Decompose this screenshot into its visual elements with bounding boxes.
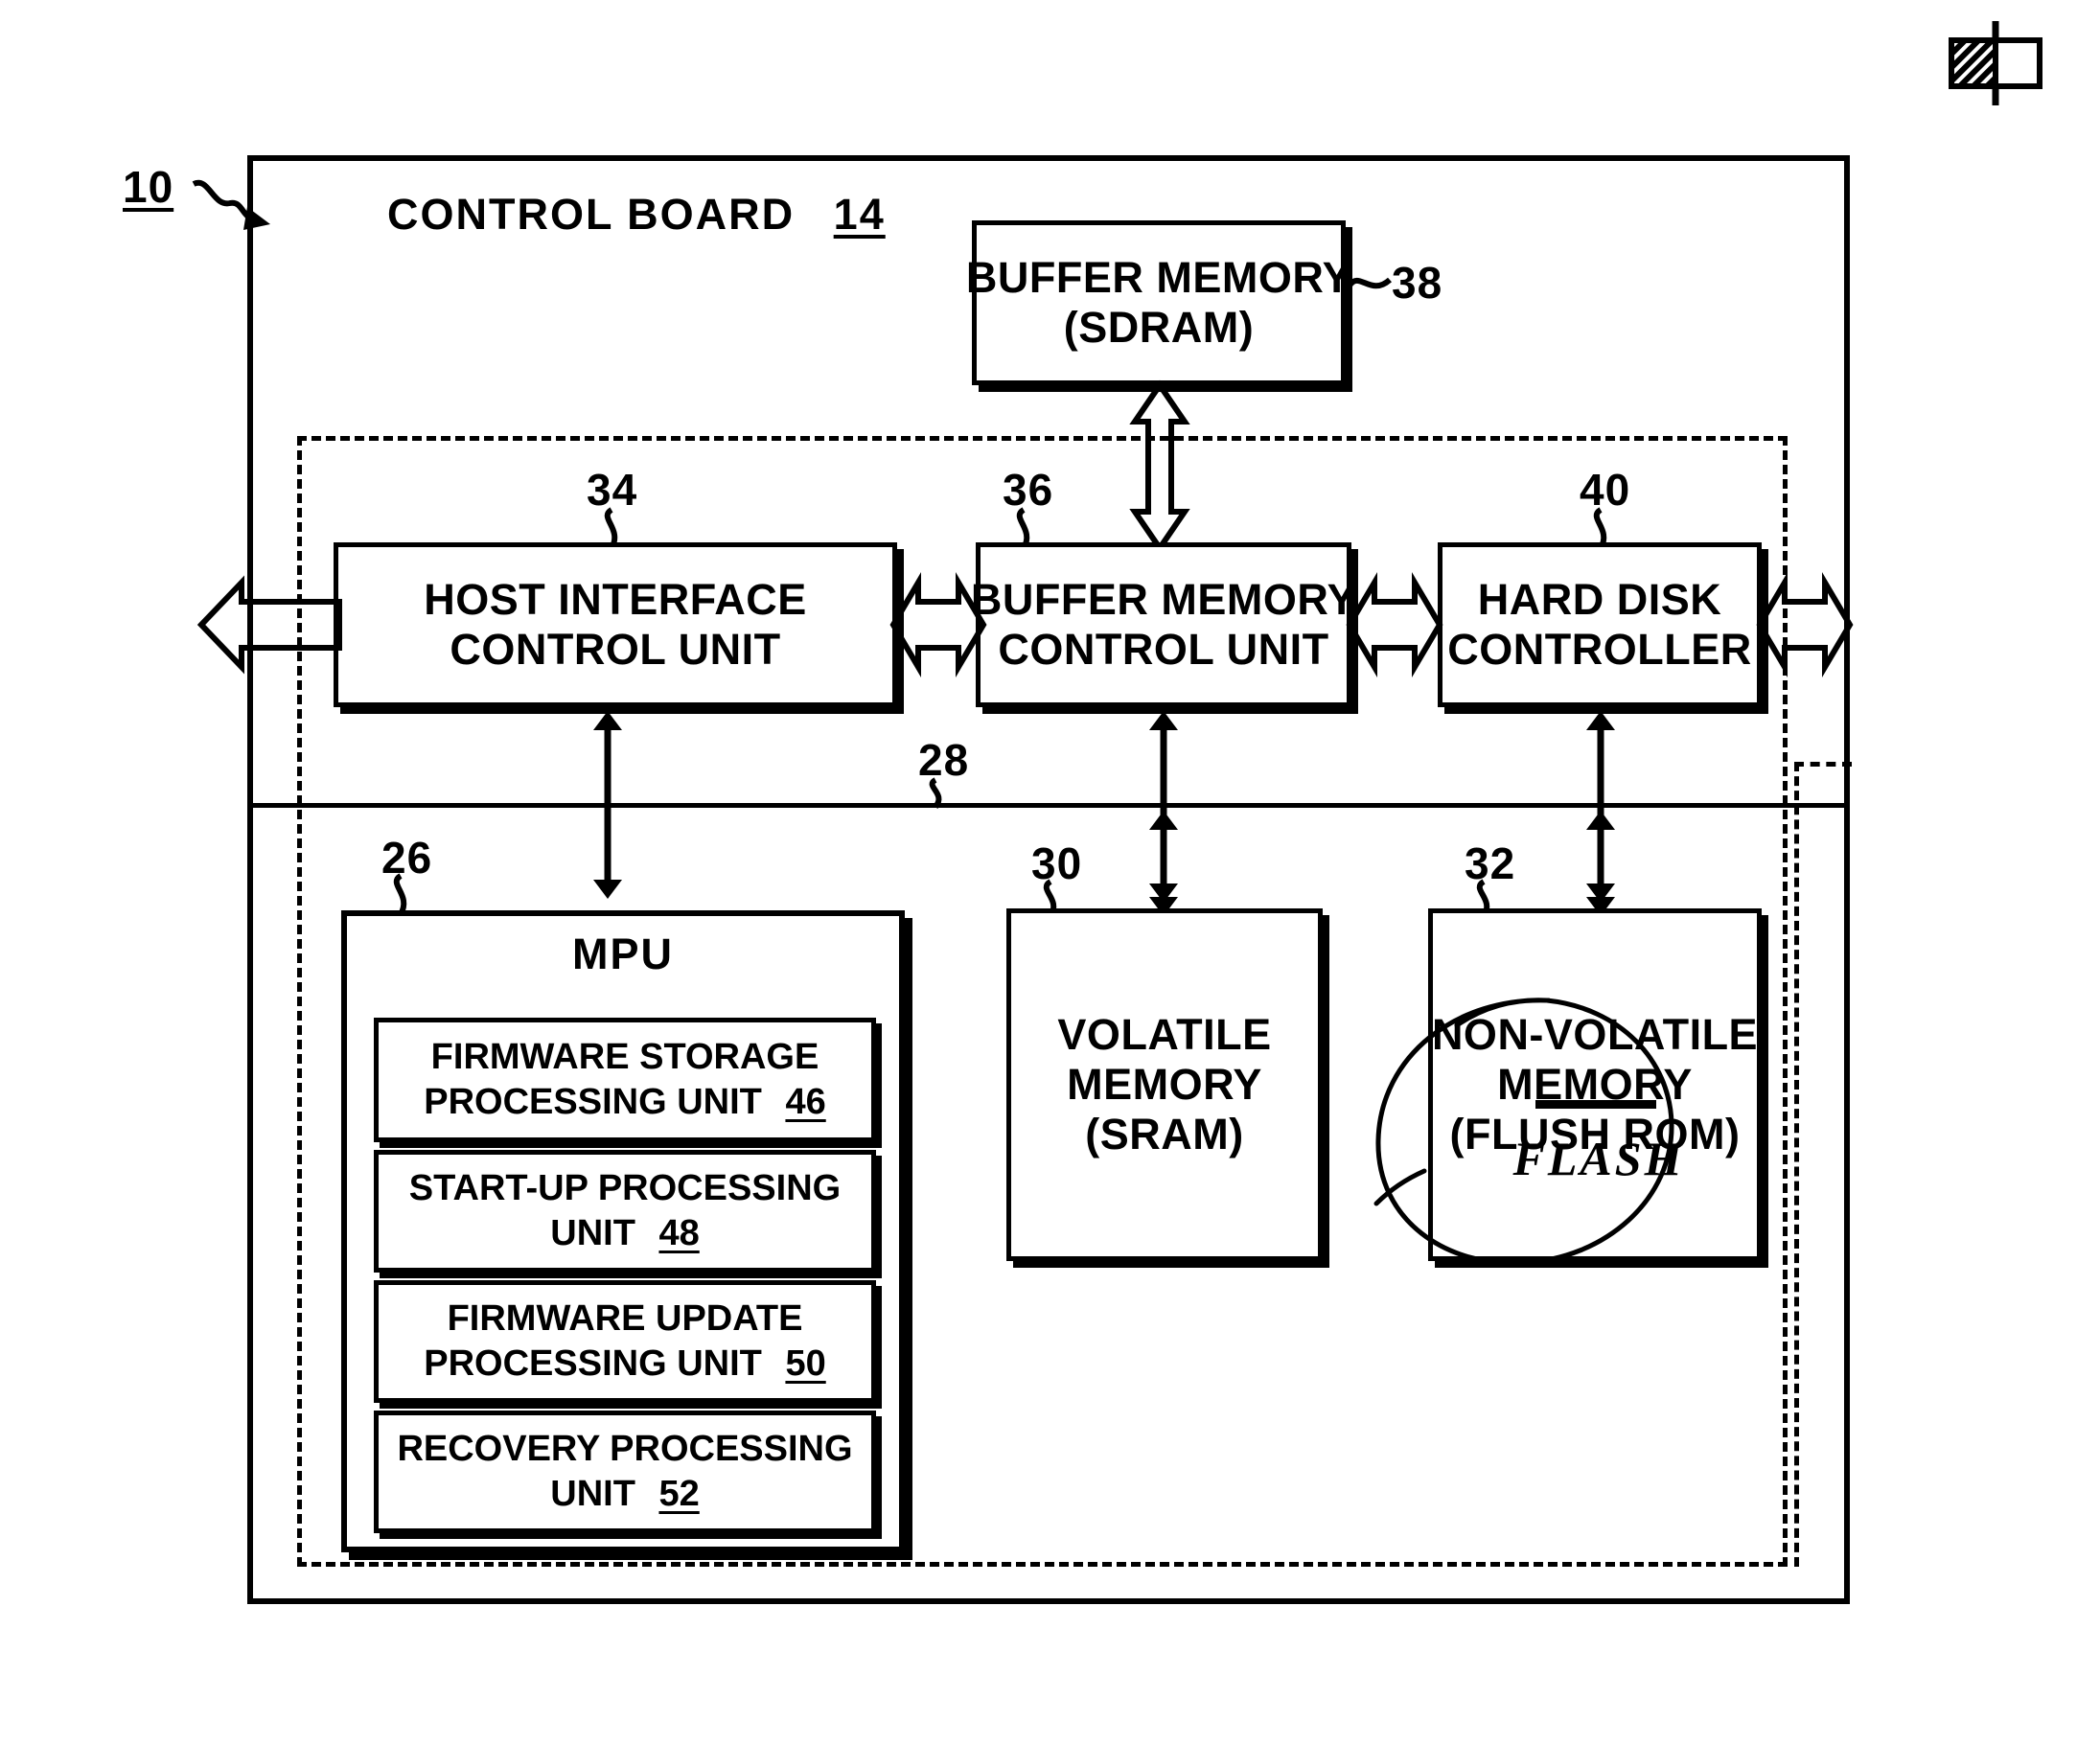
startup-ref: 48	[658, 1213, 700, 1253]
buffer-memory-cu-line-2: CONTROL UNIT	[998, 625, 1329, 674]
volatile-memory-line-1: VOLATILE	[1057, 1009, 1272, 1059]
hollow-arrow-buffer-hdc-link	[1346, 572, 1443, 677]
hollow-arrow-external-host-link	[196, 575, 343, 675]
ref-numeral-38: 38	[1392, 258, 1443, 308]
block-buffer-memory: BUFFER MEMORY (SDRAM)	[966, 220, 1351, 385]
lead-line-28	[920, 777, 955, 809]
fw-storage-line-1: FIRMWARE STORAGE	[430, 1036, 819, 1077]
control-board-title-ref: 14	[833, 190, 886, 239]
recovery-line-2: UNIT	[550, 1474, 635, 1514]
host-interface-line-1: HOST INTERFACE	[424, 574, 807, 624]
block-mpu: MPU FIRMWARE STORAGE PROCESSING UNIT 46 …	[341, 910, 905, 1552]
control-board-title: CONTROL BOARD 14	[387, 190, 886, 240]
startup-line-2: UNIT	[550, 1213, 635, 1253]
mpu-unit-firmware-storage-processing-unit: FIRMWARE STORAGE PROCESSING UNIT 46	[374, 1018, 876, 1142]
handwritten-correction-flash: FLASH	[1512, 1132, 1685, 1185]
lead-line-38	[1347, 261, 1396, 299]
recovery-line-1: RECOVERY PROCESSING	[397, 1428, 853, 1469]
volatile-memory-line-3: (SRAM)	[1085, 1110, 1244, 1159]
hollow-arrow-buffer-memory-link	[1129, 379, 1190, 554]
mpu-label: MPU	[572, 929, 674, 978]
host-interface-line-2: CONTROL UNIT	[450, 625, 781, 674]
fw-storage-ref: 46	[785, 1082, 826, 1122]
block-host-interface-control-unit: HOST INTERFACE CONTROL UNIT	[334, 542, 897, 707]
arrow-bus-to-volatile-memory	[1142, 811, 1185, 916]
fw-update-line-1: FIRMWARE UPDATE	[447, 1297, 803, 1339]
buffer-memory-cu-line-1: BUFFER MEMORY	[970, 574, 1357, 624]
volatile-memory-line-2: MEMORY	[1067, 1059, 1262, 1109]
startup-line-1: START-UP PROCESSING	[408, 1167, 842, 1208]
buffer-memory-line-2: (SDRAM)	[1063, 303, 1255, 352]
fw-update-ref: 50	[785, 1343, 826, 1384]
strikethrough-flush	[1535, 1100, 1656, 1109]
hatched-square-stamp-icon	[1938, 17, 2053, 109]
hard-disk-controller-line-1: HARD DISK	[1477, 574, 1722, 624]
lead-line-10	[188, 171, 303, 257]
control-board-title-text: CONTROL BOARD	[387, 190, 796, 239]
hard-disk-controller-line-2: CONTROLLER	[1447, 625, 1752, 674]
block-hard-disk-controller: HARD DISK CONTROLLER	[1438, 542, 1762, 707]
recovery-ref: 52	[658, 1474, 700, 1514]
mpu-unit-recovery-processing-unit: RECOVERY PROCESSING UNIT 52	[374, 1411, 876, 1533]
fw-storage-line-2: PROCESSING UNIT	[424, 1082, 762, 1122]
mpu-unit-start-up-processing-unit: START-UP PROCESSING UNIT 48	[374, 1150, 876, 1273]
ref-numeral-10: 10	[123, 162, 174, 212]
non-volatile-memory-line-1: NON-VOLATILE	[1431, 1009, 1759, 1059]
arrow-host-interface-to-mpu	[587, 711, 629, 899]
arrow-bus-to-non-volatile-memory	[1580, 811, 1622, 916]
mpu-unit-firmware-update-processing-unit: FIRMWARE UPDATE PROCESSING UNIT 50	[374, 1280, 876, 1403]
dashed-boundary-right	[1794, 762, 1852, 1567]
block-volatile-memory: VOLATILE MEMORY (SRAM)	[1006, 908, 1323, 1261]
hollow-arrow-host-buffer-link	[889, 572, 987, 677]
patent-figure: 10 CONTROL BOARD 14 28 BUFFER MEMORY (SD…	[0, 0, 2100, 1744]
block-buffer-memory-control-unit: BUFFER MEMORY CONTROL UNIT	[971, 542, 1356, 707]
hollow-arrow-hdc-disk-link	[1756, 572, 1854, 677]
block-non-volatile-memory: NON-VOLATILE MEMORY (FLUSH ROM)	[1428, 908, 1762, 1261]
fw-update-line-2: PROCESSING UNIT	[424, 1343, 762, 1384]
buffer-memory-line-1: BUFFER MEMORY	[965, 252, 1352, 302]
